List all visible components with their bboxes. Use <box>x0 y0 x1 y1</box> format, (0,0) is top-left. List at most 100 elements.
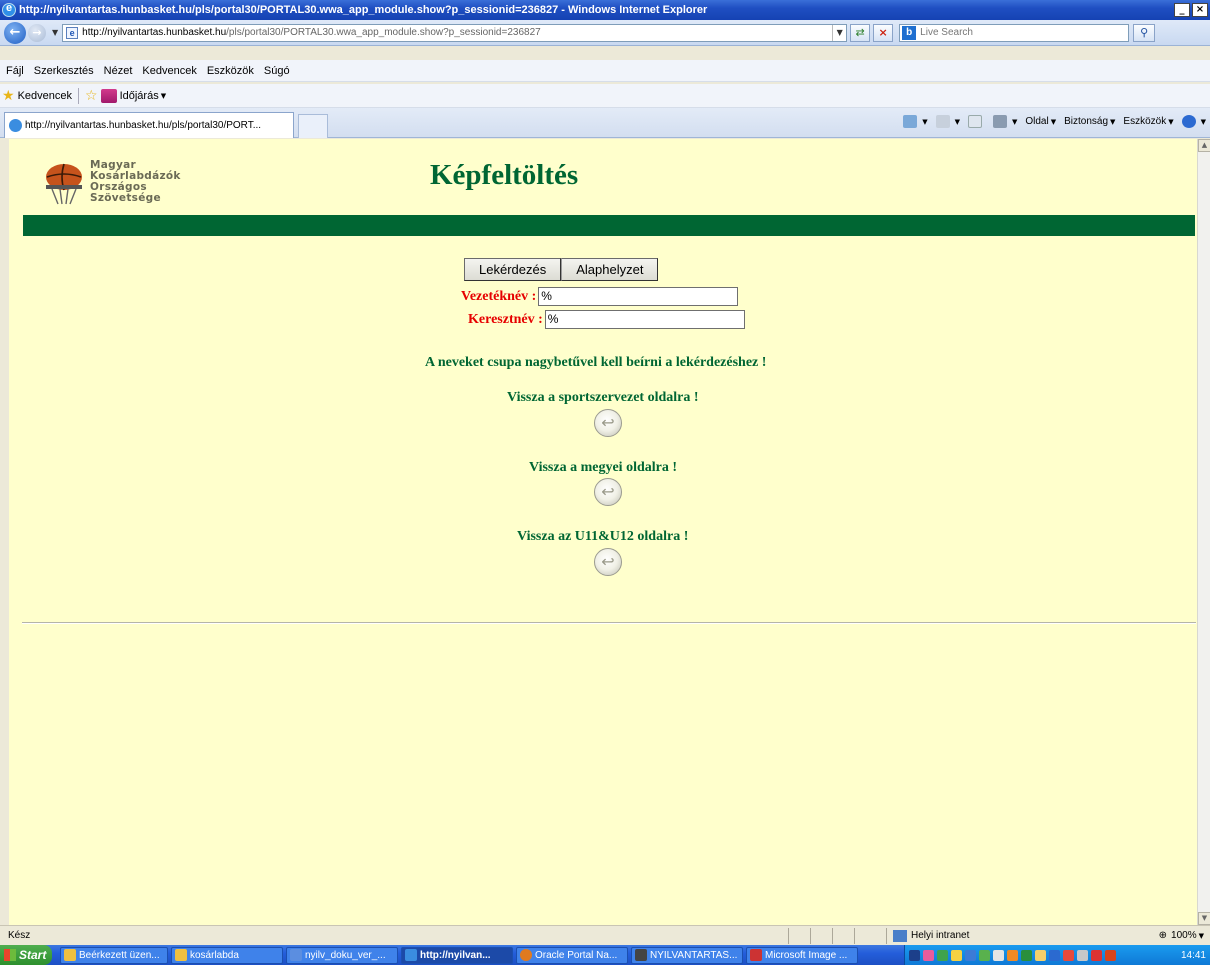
reset-button[interactable]: Alaphelyzet <box>561 258 659 281</box>
start-button[interactable]: Start <box>0 945 52 965</box>
ie-icon <box>2 2 16 17</box>
tray-icon[interactable] <box>951 949 962 961</box>
live-search-icon: b <box>902 25 917 40</box>
weather-link[interactable]: Időjárás <box>120 90 159 102</box>
feeds-button[interactable]: ▼ <box>935 115 960 128</box>
favorites-bar: ★ Kedvencek ☆ Időjárás ▼ <box>0 84 1210 108</box>
tray-icon[interactable] <box>1021 949 1032 961</box>
zone-label: Helyi intranet <box>911 930 970 941</box>
search-icon[interactable]: ⚲ <box>1133 23 1156 42</box>
tools-menu[interactable]: Eszközök ▼ <box>1123 116 1173 127</box>
ie-icon <box>405 949 417 961</box>
close-button[interactable]: × <box>1192 3 1208 17</box>
address-dropdown-icon[interactable]: ▼ <box>832 24 846 41</box>
menu-edit[interactable]: Szerkesztés <box>34 65 94 77</box>
scroll-down-icon[interactable]: ▼ <box>1198 912 1210 925</box>
chevron-down-icon[interactable]: ▼ <box>161 92 166 100</box>
window-title-bar: http://nyilvantartas.hunbasket.hu/pls/po… <box>0 0 1210 20</box>
search-input[interactable]: b Live Search <box>899 23 1130 42</box>
tray-icon[interactable] <box>993 949 1004 961</box>
favorites-star-icon[interactable]: ★ <box>2 88 15 104</box>
back-arrow-icon[interactable]: ← <box>4 21 26 44</box>
tray-icon[interactable] <box>1035 949 1046 961</box>
tray-icon[interactable] <box>1077 949 1088 961</box>
windows-logo-icon <box>4 949 16 961</box>
status-cell <box>810 927 832 944</box>
new-tab-button[interactable] <box>298 114 328 138</box>
url-path: /pls/portal30/PORTAL30.wwa_app_module.sh… <box>226 27 541 38</box>
scroll-up-icon[interactable]: ▲ <box>1198 139 1210 152</box>
menu-file[interactable]: Fájl <box>6 65 24 77</box>
header-divider-bar <box>23 215 1195 236</box>
menu-view[interactable]: Nézet <box>104 65 133 77</box>
tray-icon[interactable] <box>1007 949 1018 961</box>
minimize-button[interactable]: _ <box>1174 3 1190 17</box>
back-to-sport-link[interactable]: Vissza a sportszervezet oldalra ! <box>507 390 699 406</box>
tray-icon[interactable] <box>1091 949 1102 961</box>
refresh-icon[interactable]: ⇄ <box>850 23 871 42</box>
back-to-u11-link[interactable]: Vissza az U11&U12 oldalra ! <box>517 529 688 545</box>
taskbar-item-firefox[interactable]: Oracle Portal Na... <box>516 946 628 964</box>
tray-icon[interactable] <box>923 949 934 961</box>
tab-current[interactable]: http://nyilvantartas.hunbasket.hu/pls/po… <box>4 112 294 138</box>
page-icon: e <box>66 26 79 39</box>
system-tray: 14:41 <box>904 945 1210 965</box>
outlook-icon <box>64 949 76 961</box>
stop-icon[interactable]: × <box>873 23 894 42</box>
taskbar-item-image[interactable]: Microsoft Image ... <box>746 946 858 964</box>
history-dropdown-icon[interactable]: ▼ <box>52 28 58 37</box>
divider <box>78 87 79 104</box>
safety-menu[interactable]: Biztonság ▼ <box>1064 116 1115 127</box>
help-button[interactable]: ▼ <box>1181 115 1206 128</box>
back-county-icon[interactable]: ↩ <box>594 478 622 506</box>
last-name-input[interactable]: % <box>538 287 739 306</box>
page-menu[interactable]: Oldal ▼ <box>1025 116 1056 127</box>
status-cell <box>832 927 854 944</box>
tray-icon[interactable] <box>1063 949 1074 961</box>
status-bar: Kész Helyi intranet ⊕ 100% ▼ <box>0 925 1210 945</box>
back-u11-icon[interactable]: ↩ <box>594 548 622 576</box>
print-button[interactable]: ▼ <box>992 115 1017 128</box>
clock[interactable]: 14:41 <box>1181 950 1206 961</box>
tray-icon[interactable] <box>979 949 990 961</box>
vertical-scrollbar[interactable]: ▲ ▼ <box>1197 139 1210 925</box>
back-sport-icon[interactable]: ↩ <box>594 409 622 437</box>
chevron-down-icon[interactable]: ▼ <box>1199 932 1204 940</box>
weather-icon <box>100 88 117 103</box>
menu-favorites[interactable]: Kedvencek <box>142 65 196 77</box>
menu-tools[interactable]: Eszközök <box>207 65 254 77</box>
ie-page-icon <box>9 119 22 132</box>
taskbar-item-inbox[interactable]: Beérkezett üzen... <box>60 946 168 964</box>
add-favorite-icon[interactable]: ☆ <box>85 88 98 104</box>
tab-strip: http://nyilvantartas.hunbasket.hu/pls/po… <box>0 108 1210 138</box>
taskbar-item-word[interactable]: nyilv_doku_ver_... <box>286 946 398 964</box>
menu-help[interactable]: Súgó <box>264 65 290 77</box>
uppercase-notice: A neveket csupa nagybetűvel kell beírni … <box>425 355 767 370</box>
first-name-label: Keresztnév : <box>468 311 543 327</box>
mail-icon <box>967 115 982 128</box>
status-cell <box>788 927 810 944</box>
tray-icon[interactable] <box>1049 949 1060 961</box>
taskbar-item-folder[interactable]: kosárlabda <box>171 946 283 964</box>
tray-icon[interactable] <box>1105 949 1116 961</box>
tray-icon[interactable] <box>937 949 948 961</box>
query-button[interactable]: Lekérdezés <box>464 258 562 281</box>
first-name-input[interactable]: % <box>544 310 745 329</box>
taskbar-item-nyilv[interactable]: NYILVANTARTAS... <box>631 946 743 964</box>
word-icon <box>290 949 302 961</box>
favorites-button[interactable]: Kedvencek <box>18 90 72 102</box>
taskbar-item-ie[interactable]: http://nyilvan... <box>401 946 513 964</box>
mail-button[interactable] <box>967 115 985 128</box>
address-input[interactable]: e http://nyilvantartas.hunbasket.hu/pls/… <box>62 23 848 42</box>
page-viewport: Magyar Kosárlabdázók Országos Szövetsége… <box>9 139 1197 925</box>
start-label: Start <box>19 948 47 962</box>
tray-icon[interactable] <box>909 949 920 961</box>
back-to-county-link[interactable]: Vissza a megyei oldalra ! <box>529 460 677 476</box>
home-button[interactable]: ▼ <box>903 115 928 128</box>
forward-arrow-icon[interactable]: → <box>28 23 46 42</box>
search-placeholder: Live Search <box>920 27 973 38</box>
tray-icon[interactable] <box>965 949 976 961</box>
print-icon <box>992 115 1007 128</box>
window-title: http://nyilvantartas.hunbasket.hu/pls/po… <box>19 4 708 16</box>
zoom-control[interactable]: ⊕ 100% ▼ <box>1159 930 1204 941</box>
